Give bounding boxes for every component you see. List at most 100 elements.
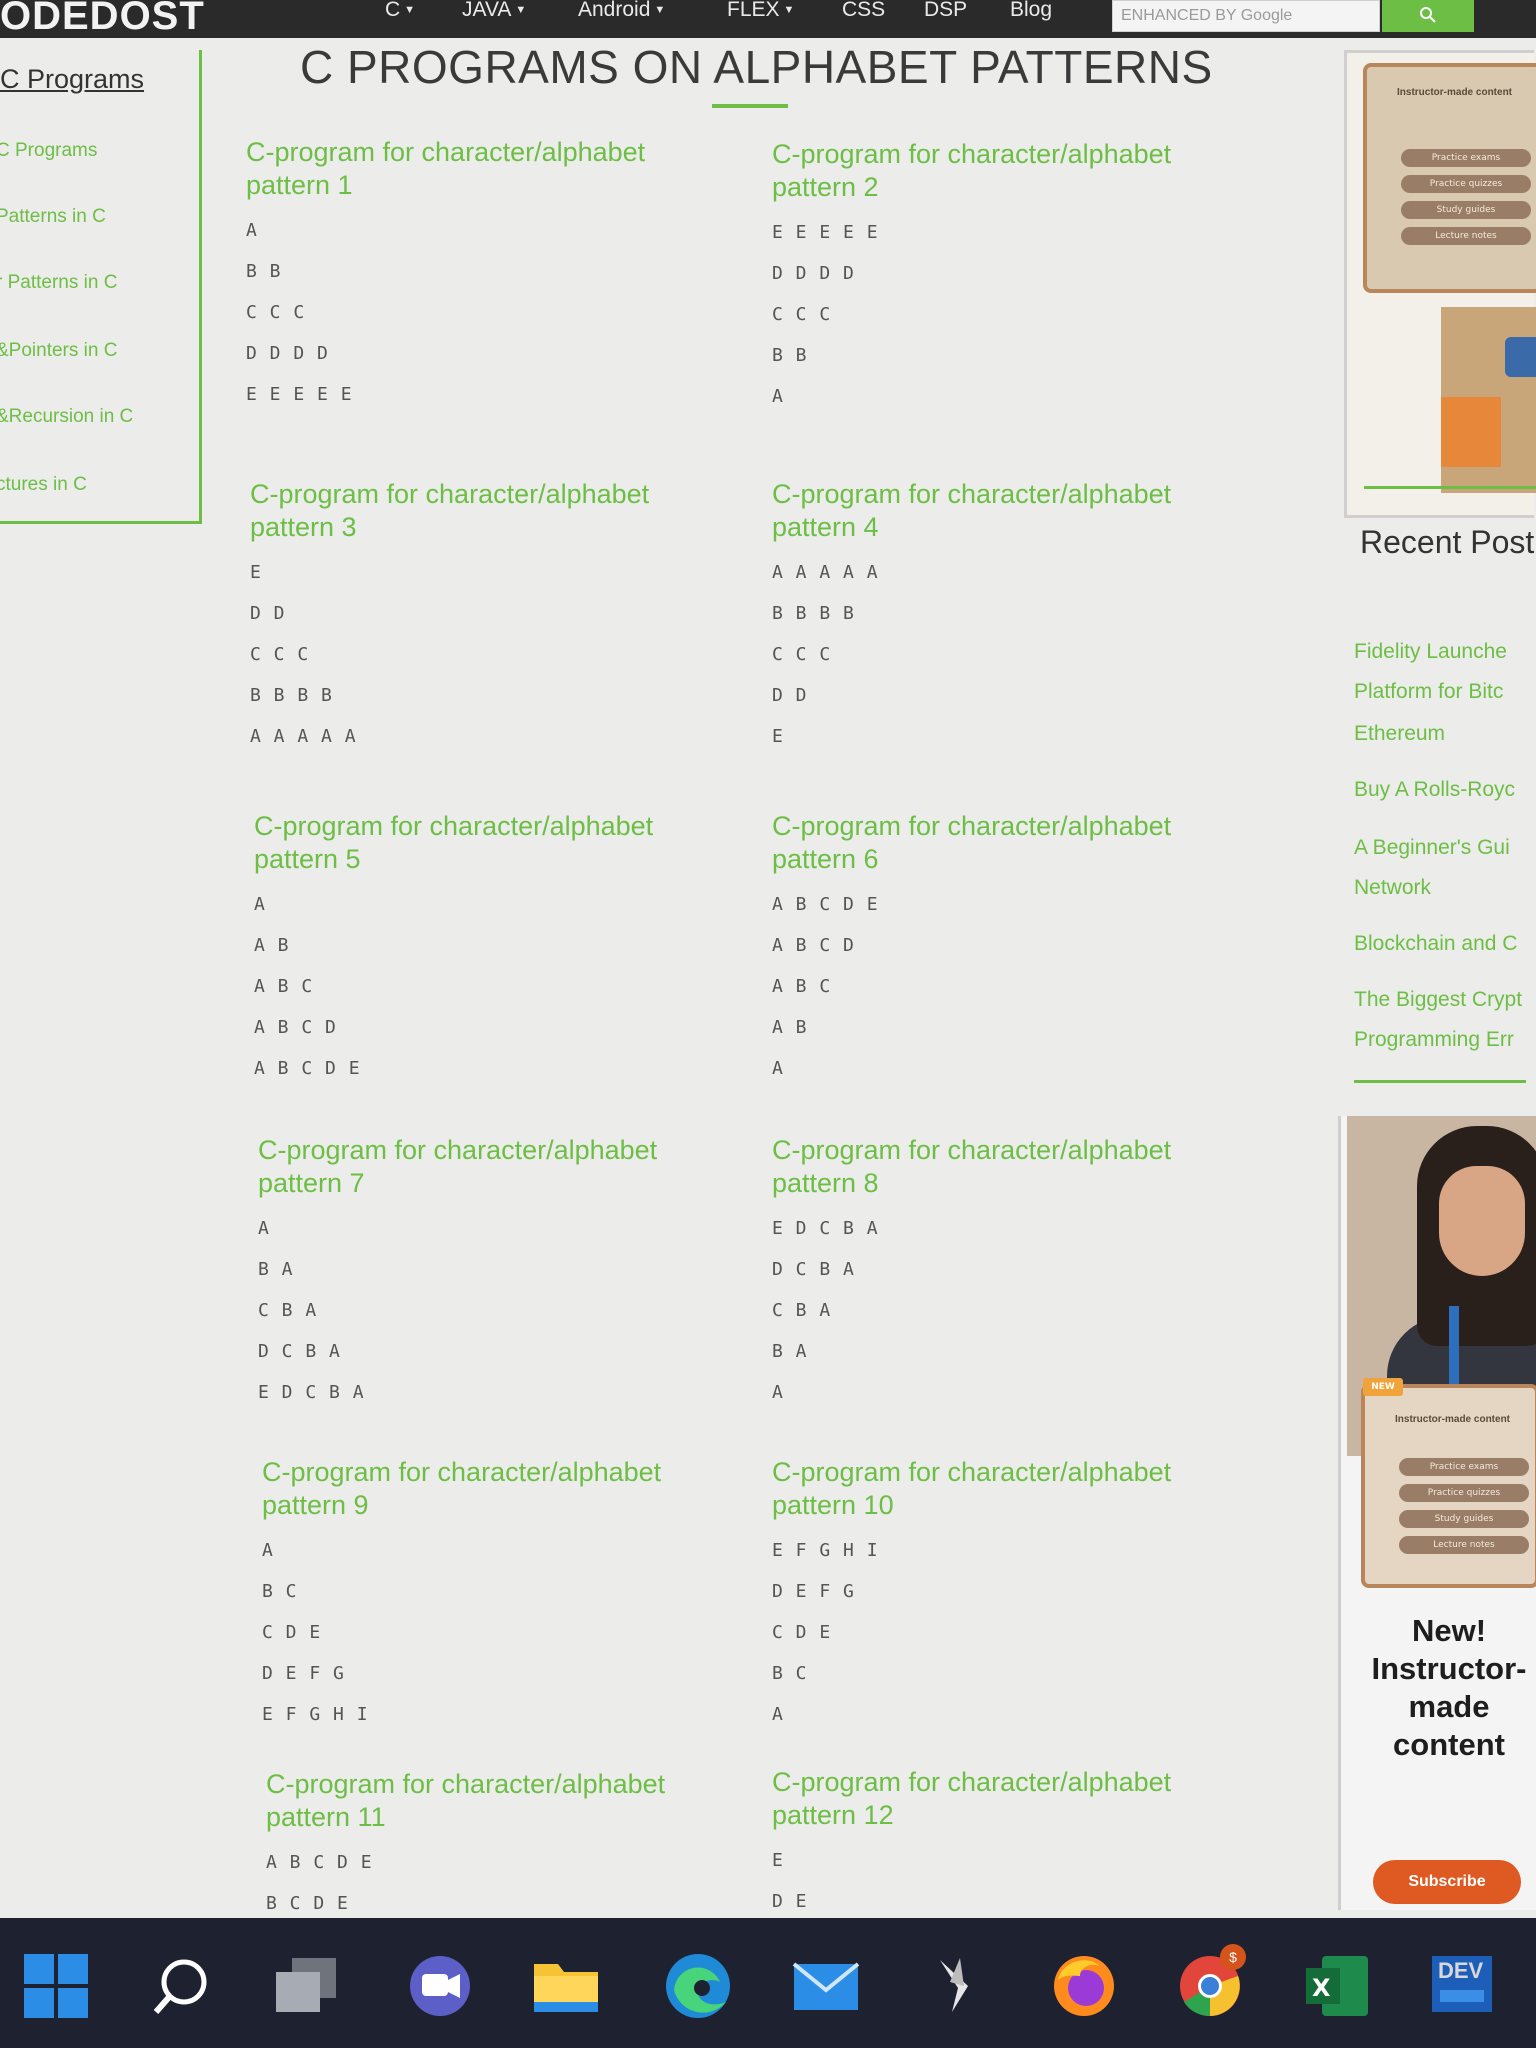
pattern-line: A A A A A	[250, 726, 357, 747]
pattern-line: D C B A	[258, 1341, 341, 1362]
pattern-line: B A	[258, 1259, 294, 1280]
sidebar-heading[interactable]: C Programs	[0, 64, 144, 95]
excel-icon[interactable]: X	[1300, 1950, 1372, 2022]
nav-label: DSP	[924, 0, 968, 21]
pattern-line: A	[772, 386, 784, 407]
windows-start-icon[interactable]	[20, 1950, 92, 2022]
ad-card: Instructor-made content Practice exams P…	[1361, 1384, 1536, 1588]
nav-item-css[interactable]: CSS	[842, 0, 885, 30]
site-logo[interactable]: ODEDOST	[0, 0, 205, 39]
pattern-title-link[interactable]: C-program for character/alphabet pattern…	[772, 1134, 1232, 1200]
pattern-title-link[interactable]: C-program for character/alphabet pattern…	[258, 1134, 718, 1200]
task-view-icon[interactable]	[270, 1950, 342, 2022]
recent-post-link[interactable]: Platform for Bitc	[1354, 672, 1503, 712]
svg-text:X: X	[1312, 1974, 1331, 2002]
pattern-line: D D D D	[772, 263, 855, 284]
search-icon[interactable]	[146, 1950, 218, 2022]
pattern-line: B B B B	[250, 685, 333, 706]
pattern-line: A B C D E	[254, 1058, 361, 1079]
pattern-line: B B	[246, 261, 282, 282]
pattern-line: A	[772, 1704, 784, 1725]
pattern-line: A B C	[772, 976, 832, 997]
ad-pill: Practice exams	[1399, 1458, 1529, 1476]
pattern-line: A B C D E	[772, 894, 879, 915]
pattern-title-link[interactable]: C-program for character/alphabet pattern…	[250, 478, 710, 544]
pattern-line: E	[772, 1850, 784, 1871]
pattern-line: C C C	[246, 302, 306, 323]
pattern-title-link[interactable]: C-program for character/alphabet pattern…	[772, 478, 1232, 544]
pattern-line: D D D D	[246, 343, 329, 364]
sidebar-link[interactable]: ctures in C	[0, 474, 87, 496]
subscribe-button[interactable]: Subscribe	[1373, 1860, 1521, 1904]
pattern-title-link[interactable]: C-program for character/alphabet pattern…	[254, 810, 714, 876]
top-navbar: ODEDOST C ▼ JAVA ▼ Android ▼ FLEX ▼ CSS DSP …	[0, 0, 1536, 38]
sidebar-link[interactable]: Patterns in C	[0, 206, 106, 228]
os-taskbar: $ X DEV	[0, 1918, 1536, 2048]
recent-post-link[interactable]: Ethereum	[1354, 714, 1445, 754]
nav-item-dsp[interactable]: DSP	[924, 0, 967, 30]
ad-banner-top[interactable]: Instructor-made content Practice exams P…	[1344, 50, 1536, 518]
pen-app-icon[interactable]	[920, 1950, 992, 2022]
sidebar-link[interactable]: &Pointers in C	[0, 340, 117, 362]
pattern-line: C D E	[772, 1622, 832, 1643]
pattern-line: E E E E E	[772, 222, 879, 243]
new-badge: NEW	[1363, 1378, 1403, 1396]
divider	[1364, 486, 1536, 489]
dev-app-icon[interactable]: DEV	[1426, 1950, 1498, 2022]
pattern-line: A B C	[254, 976, 314, 997]
mail-icon[interactable]	[790, 1950, 862, 2022]
nav-label: C	[385, 0, 401, 21]
pattern-line: A B C D	[254, 1017, 337, 1038]
ad-pill: Practice quizzes	[1399, 1484, 1529, 1502]
notification-badge: $	[1220, 1944, 1246, 1970]
pattern-title-link[interactable]: C-program for character/alphabet pattern…	[266, 1768, 726, 1834]
nav-item-android[interactable]: Android ▼	[578, 0, 665, 30]
pattern-title-link[interactable]: C-program for character/alphabet pattern…	[772, 138, 1232, 204]
recent-post-link[interactable]: Network	[1354, 868, 1431, 908]
file-explorer-icon[interactable]	[530, 1950, 602, 2022]
search-button[interactable]	[1382, 0, 1474, 32]
pattern-title-link[interactable]: C-program for character/alphabet pattern…	[262, 1456, 722, 1522]
nav-label: FLEX	[727, 0, 780, 21]
pattern-line: C B A	[258, 1300, 318, 1321]
search-input[interactable]	[1113, 1, 1379, 31]
teams-icon[interactable]	[404, 1950, 476, 2022]
pattern-output: E F G H I D E F G C D E B C A	[772, 1540, 1232, 1745]
pattern-title-link[interactable]: C-program for character/alphabet pattern…	[246, 136, 706, 202]
photo-detail	[1439, 1166, 1525, 1276]
chrome-icon[interactable]: $	[1174, 1944, 1246, 2022]
sidebar-link[interactable]: &Recursion in C	[0, 406, 133, 428]
pattern-line: D E F G	[262, 1663, 345, 1684]
ad-banner-bottom[interactable]: Instructor-made content Practice exams P…	[1338, 1116, 1536, 1910]
pattern-line: D D	[250, 603, 286, 624]
pattern-title-link[interactable]: C-program for character/alphabet pattern…	[772, 1456, 1232, 1522]
ad-pill: Lecture notes	[1401, 227, 1531, 245]
nav-label: CSS	[842, 0, 886, 21]
ad-pill: Study guides	[1399, 1510, 1529, 1528]
recent-post-link[interactable]: A Beginner's Gui	[1354, 828, 1510, 868]
sidebar-link[interactable]: C Programs	[0, 140, 97, 162]
search-icon	[1420, 7, 1436, 23]
nav-item-blog[interactable]: Blog	[1010, 0, 1052, 30]
pattern-title-link[interactable]: C-program for character/alphabet pattern…	[772, 1766, 1232, 1832]
edge-browser-icon[interactable]	[662, 1950, 734, 2022]
ad-pill: Study guides	[1401, 201, 1531, 219]
pattern-line: E D C B A	[772, 1218, 879, 1239]
recent-post-link[interactable]: Programming Err	[1354, 1020, 1514, 1060]
nav-item-flex[interactable]: FLEX ▼	[727, 0, 794, 30]
search-box	[1112, 0, 1380, 32]
pattern-card: C-program for character/alphabet pattern…	[254, 810, 714, 1099]
nav-item-c[interactable]: C ▼	[385, 0, 415, 30]
pattern-line: D E F G	[772, 1581, 855, 1602]
recent-post-link[interactable]: Blockchain and C	[1354, 924, 1517, 964]
pattern-title-link[interactable]: C-program for character/alphabet pattern…	[772, 810, 1232, 876]
recent-post-link[interactable]: The Biggest Crypt	[1354, 980, 1522, 1020]
nav-item-java[interactable]: JAVA ▼	[462, 0, 526, 30]
pattern-output: A B C D E A B C D A B C A B A	[772, 894, 1232, 1099]
sidebar-link[interactable]: r Patterns in C	[0, 272, 117, 294]
firefox-icon[interactable]	[1048, 1950, 1120, 2022]
pattern-line: B A	[772, 1341, 808, 1362]
recent-post-link[interactable]: Fidelity Launche	[1354, 632, 1507, 672]
pattern-line: E F G H I	[772, 1540, 879, 1561]
recent-post-link[interactable]: Buy A Rolls-Royc	[1354, 770, 1515, 810]
